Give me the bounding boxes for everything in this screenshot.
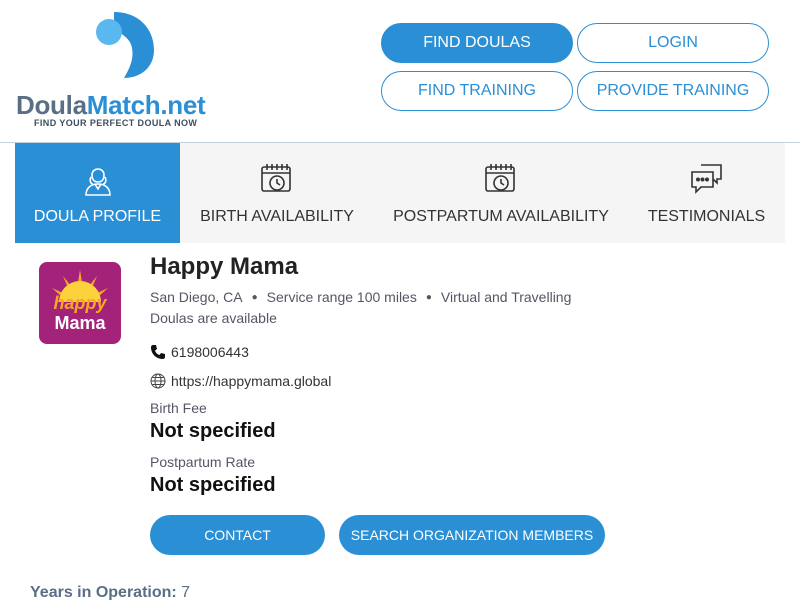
tab-testimonials[interactable]: TESTIMONIALS [628, 143, 785, 243]
service-mode: Virtual and Travelling [440, 289, 572, 305]
website-row[interactable]: https://happymama.global [150, 373, 331, 389]
service-range: Service range 100 miles [266, 289, 417, 305]
tab-testimonials-label: TESTIMONIALS [647, 208, 766, 225]
site-header: DoulaMatch.net FIND YOUR PERFECT DOULA N… [0, 0, 800, 143]
logo-mark-icon [96, 12, 154, 78]
chat-bubbles-icon [690, 164, 722, 194]
location: San Diego, CA [150, 289, 243, 305]
birth-fee-label: Birth Fee [150, 400, 207, 416]
logo-wordmark-part1: Doula [16, 90, 87, 120]
years-in-operation: Years in Operation: 7 [30, 584, 190, 600]
logo-wordmark: DoulaMatch.net [16, 90, 206, 121]
tab-birth-availability-label: BIRTH AVAILABILITY [200, 208, 354, 225]
profile-meta: San Diego, CA ● Service range 100 miles … [150, 289, 571, 305]
tab-doula-profile[interactable]: DOULA PROFILE [15, 143, 180, 243]
phone-row[interactable]: 6198006443 [150, 344, 249, 360]
years-label: Years in Operation: [30, 584, 177, 600]
avatar-text-top: happy [53, 293, 107, 313]
separator-dot: ● [425, 291, 432, 303]
logo-tagline: FIND YOUR PERFECT DOULA NOW [34, 118, 198, 128]
provide-training-button[interactable]: PROVIDE TRAINING [577, 71, 769, 111]
contact-button[interactable]: CONTACT [150, 515, 325, 555]
postpartum-rate-label: Postpartum Rate [150, 454, 256, 470]
separator-dot: ● [251, 291, 258, 303]
availability-text: Doulas are available [150, 310, 277, 326]
search-organization-members-button[interactable]: SEARCH ORGANIZATION MEMBERS [339, 515, 605, 555]
phone-icon [151, 345, 165, 359]
find-training-button[interactable]: FIND TRAINING [381, 71, 573, 111]
globe-icon [150, 373, 166, 389]
years-value: 7 [181, 584, 191, 600]
organization-name: Happy Mama [150, 253, 299, 280]
phone-number[interactable]: 6198006443 [171, 344, 249, 360]
login-button[interactable]: LOGIN [577, 23, 769, 63]
happy-mama-logo-icon: happy Mama [52, 270, 108, 333]
doula-profile-icon [84, 168, 111, 196]
organization-avatar: happy Mama [39, 262, 121, 344]
calendar-clock-icon [485, 164, 515, 192]
postpartum-rate-value: Not specified [150, 474, 276, 496]
tab-birth-availability[interactable]: BIRTH AVAILABILITY [180, 143, 374, 243]
logo-wordmark-part2: Match.net [86, 90, 206, 120]
tab-postpartum-availability[interactable]: POSTPARTUM AVAILABILITY [374, 143, 628, 243]
birth-fee-value: Not specified [150, 420, 276, 442]
website-link[interactable]: https://happymama.global [171, 373, 331, 389]
avatar-text-bottom: Mama [54, 313, 106, 333]
tab-doula-profile-label: DOULA PROFILE [33, 208, 162, 225]
find-doulas-button[interactable]: FIND DOULAS [381, 23, 573, 63]
tab-postpartum-availability-label: POSTPARTUM AVAILABILITY [393, 208, 609, 225]
calendar-clock-icon [261, 164, 291, 192]
site-logo[interactable]: DoulaMatch.net FIND YOUR PERFECT DOULA N… [14, 10, 224, 135]
profile-tabs: DOULA PROFILE BIRTH AVAILABILITY POSTPAR… [15, 143, 785, 243]
